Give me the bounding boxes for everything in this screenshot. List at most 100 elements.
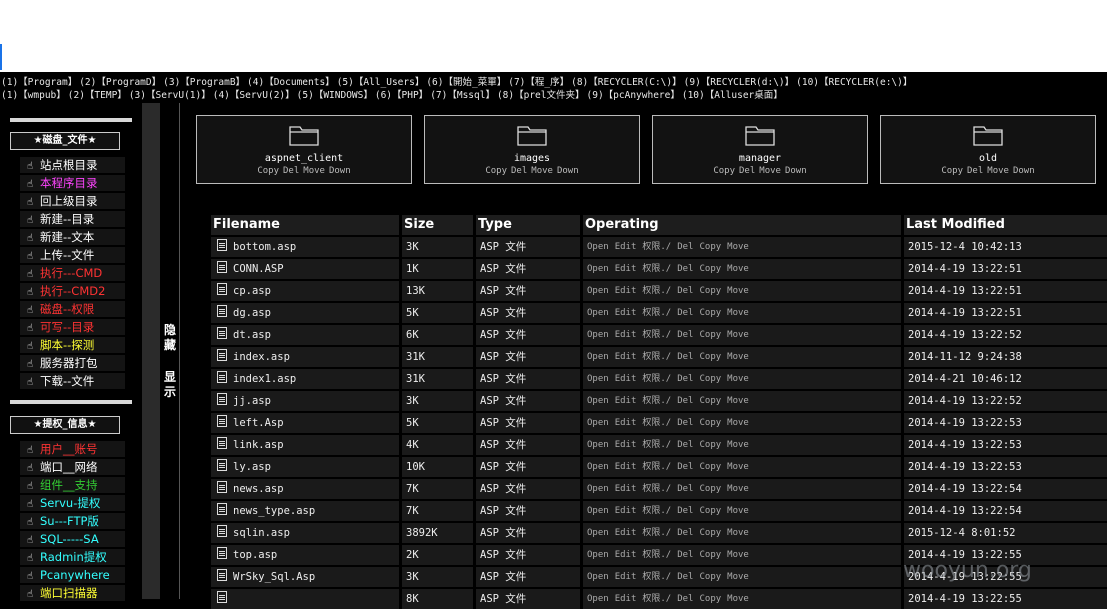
op-link[interactable]: Del — [677, 264, 693, 274]
op-link[interactable]: Edit — [615, 352, 637, 362]
filename-cell[interactable]: sqlin.asp — [211, 523, 399, 543]
filename-cell[interactable] — [211, 589, 399, 609]
filename-cell[interactable]: dg.asp — [211, 303, 399, 323]
sidebar-item[interactable]: ☝ Pcanywhere — [20, 567, 125, 583]
op-link[interactable]: Edit — [615, 374, 637, 384]
op-link[interactable]: 权限./ — [642, 308, 671, 318]
folder-name[interactable]: manager — [653, 153, 867, 164]
op-link[interactable]: Edit — [615, 462, 637, 472]
filename-link[interactable]: news.asp — [233, 483, 284, 495]
quick-path-link[interactable]: (7)【Mssql】 — [430, 90, 495, 101]
op-link[interactable]: Del — [677, 550, 693, 560]
op-link[interactable]: Open — [587, 528, 609, 538]
sidebar-item[interactable]: ☝ 可写--目录 — [20, 319, 125, 335]
op-link[interactable]: Edit — [615, 506, 637, 516]
filename-link[interactable]: dt.asp — [233, 329, 271, 341]
sidebar-item[interactable]: ☝ 端口__网络 — [20, 459, 125, 475]
op-link[interactable]: 权限./ — [642, 528, 671, 538]
filename-cell[interactable]: index1.asp — [211, 369, 399, 389]
op-link[interactable]: Edit — [615, 572, 637, 582]
op-link[interactable]: Open — [587, 594, 609, 604]
op-link[interactable]: Copy — [699, 528, 721, 538]
filename-cell[interactable]: cp.asp — [211, 281, 399, 301]
sidebar-item[interactable]: ☝ 磁盘--权限 — [20, 301, 125, 317]
filename-cell[interactable]: left.Asp — [211, 413, 399, 433]
op-link[interactable]: 权限./ — [642, 572, 671, 582]
op-link[interactable]: Edit — [615, 242, 637, 252]
filename-cell[interactable]: top.asp — [211, 545, 399, 565]
op-link[interactable]: Edit — [615, 550, 637, 560]
sidebar-item[interactable]: ☝ SQL-----SA — [20, 531, 125, 547]
op-link[interactable]: Move — [727, 352, 749, 362]
op-link[interactable]: Open — [587, 330, 609, 340]
op-link[interactable]: Open — [587, 396, 609, 406]
folder-op-copy-link[interactable]: Copy — [257, 166, 279, 176]
op-link[interactable]: Copy — [699, 352, 721, 362]
op-link[interactable]: Del — [677, 506, 693, 516]
op-link[interactable]: Move — [727, 528, 749, 538]
folder-op-down-link[interactable]: Down — [785, 166, 807, 176]
sidebar-item[interactable]: ☝ 服务器打包 — [20, 355, 125, 371]
sidebar-item[interactable]: ☝ 本程序目录 — [20, 175, 125, 191]
op-link[interactable]: Move — [727, 594, 749, 604]
op-link[interactable]: Copy — [699, 484, 721, 494]
folder-op-del-link[interactable]: Del — [967, 166, 983, 176]
filename-link[interactable]: link.asp — [233, 439, 284, 451]
op-link[interactable]: 权限./ — [642, 352, 671, 362]
sidebar-item[interactable]: ☝ 执行--CMD2 — [20, 283, 125, 299]
filename-cell[interactable]: jj.asp — [211, 391, 399, 411]
quick-path-link[interactable]: (3)【ServU(1)】 — [129, 90, 211, 101]
op-link[interactable]: Open — [587, 264, 609, 274]
op-link[interactable]: 权限./ — [642, 374, 671, 384]
op-link[interactable]: Move — [727, 462, 749, 472]
folder-card[interactable]: aspnet_client Copy Del Move Down — [196, 115, 412, 184]
op-link[interactable]: Edit — [615, 330, 637, 340]
op-link[interactable]: Move — [727, 308, 749, 318]
quick-path-link[interactable]: (4)【ServU(2)】 — [213, 90, 295, 101]
folder-op-move-link[interactable]: Move — [987, 166, 1009, 176]
filename-link[interactable]: top.asp — [233, 549, 277, 561]
filename-cell[interactable]: WrSky_Sql.Asp — [211, 567, 399, 587]
op-link[interactable]: 权限./ — [642, 286, 671, 296]
filename-link[interactable]: cp.asp — [233, 285, 271, 297]
filename-cell[interactable]: link.asp — [211, 435, 399, 455]
op-link[interactable]: 权限./ — [642, 418, 671, 428]
quick-path-link[interactable]: (10)【RECYCLER(e:\)】 — [796, 77, 912, 88]
op-link[interactable]: Del — [677, 286, 693, 296]
sidebar-item[interactable]: ☝ 上传--文件 — [20, 247, 125, 263]
filename-link[interactable]: news_type.asp — [233, 505, 315, 517]
folder-name[interactable]: aspnet_client — [197, 153, 411, 164]
op-link[interactable]: Edit — [615, 484, 637, 494]
sidebar-item[interactable]: ☝ 下载--文件 — [20, 373, 125, 389]
op-link[interactable]: Copy — [699, 374, 721, 384]
op-link[interactable]: Del — [677, 572, 693, 582]
op-link[interactable]: Del — [677, 308, 693, 318]
op-link[interactable]: Move — [727, 264, 749, 274]
op-link[interactable]: Open — [587, 242, 609, 252]
op-link[interactable]: Open — [587, 572, 609, 582]
sidebar-item[interactable]: ☝ 脚本--探测 — [20, 337, 125, 353]
op-link[interactable]: Del — [677, 242, 693, 252]
op-link[interactable]: 权限./ — [642, 484, 671, 494]
filename-link[interactable]: index1.asp — [233, 373, 296, 385]
op-link[interactable]: Move — [727, 506, 749, 516]
op-link[interactable]: 权限./ — [642, 506, 671, 516]
op-link[interactable]: Move — [727, 484, 749, 494]
op-link[interactable]: Copy — [699, 308, 721, 318]
filename-cell[interactable]: bottom.asp — [211, 237, 399, 257]
filename-link[interactable]: index.asp — [233, 351, 290, 363]
sidebar-item[interactable]: ☝ 组件__支持 — [20, 477, 125, 493]
folder-op-down-link[interactable]: Down — [1013, 166, 1035, 176]
folder-card[interactable]: images Copy Del Move Down — [424, 115, 640, 184]
filename-cell[interactable]: news_type.asp — [211, 501, 399, 521]
sidebar-item[interactable]: ☝ Su---FTP版 — [20, 513, 125, 529]
filename-cell[interactable]: news.asp — [211, 479, 399, 499]
op-link[interactable]: Open — [587, 462, 609, 472]
sidebar-item[interactable]: ☝ 回上级目录 — [20, 193, 125, 209]
filename-cell[interactable]: dt.asp — [211, 325, 399, 345]
op-link[interactable]: Copy — [699, 506, 721, 516]
op-link[interactable]: Move — [727, 572, 749, 582]
op-link[interactable]: Open — [587, 352, 609, 362]
op-link[interactable]: Move — [727, 242, 749, 252]
folder-op-del-link[interactable]: Del — [283, 166, 299, 176]
